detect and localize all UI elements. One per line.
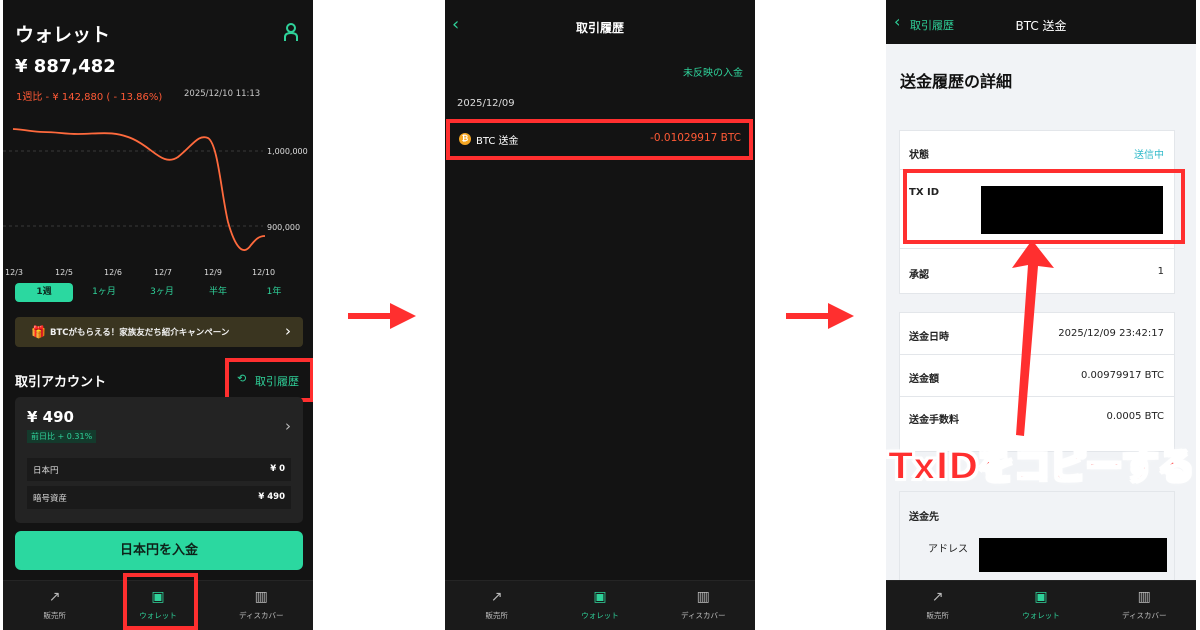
address-redaction bbox=[979, 538, 1167, 572]
arrow-up-icon bbox=[1012, 240, 1054, 436]
row-value: ¥ 490 bbox=[258, 492, 285, 502]
bottom-tabbar: ↗ 販売所 ▣ ウォレット ▥ ディスカバー bbox=[445, 580, 755, 630]
campaign-banner[interactable]: 🎁 BTCがもらえる！家族友だち紹介キャンペーン › bbox=[15, 317, 303, 347]
account-card[interactable]: ¥ 490 前日比 + 0.31% › 日本円 ¥ 0 暗号資産 ¥ 490 bbox=[15, 397, 303, 523]
daily-change-badge: 前日比 + 0.31% bbox=[27, 430, 97, 443]
book-icon: ▥ bbox=[254, 589, 268, 605]
status-label: 状態 bbox=[909, 150, 929, 161]
chevron-right-icon: › bbox=[285, 322, 291, 340]
tab-exchange[interactable]: ↗ 販売所 bbox=[445, 581, 548, 630]
transaction-amount: -0.01029917 BTC bbox=[650, 132, 741, 144]
tab-1week[interactable]: 1週 bbox=[15, 283, 73, 302]
page-title: BTC 送金 bbox=[1015, 19, 1067, 33]
chart-x-label: 12/9 bbox=[204, 268, 222, 277]
transaction-label: BTC 送金 bbox=[476, 136, 519, 147]
tab-label: 販売所 bbox=[485, 611, 508, 620]
account-row-jpy: 日本円 ¥ 0 bbox=[27, 458, 291, 481]
row-value: ¥ 0 bbox=[270, 464, 285, 474]
copy-txid-callout: TxIDをコピーする bbox=[887, 444, 1196, 489]
amount-label: 送金額 bbox=[909, 374, 939, 385]
book-icon: ▥ bbox=[1137, 589, 1151, 605]
page-title: 取引履歴 bbox=[575, 21, 624, 35]
tab-label: ウォレット bbox=[581, 611, 619, 620]
wallet-tab-highlight bbox=[123, 573, 198, 630]
page-title: ウォレット bbox=[15, 24, 111, 46]
account-section-title: 取引アカウント bbox=[15, 375, 107, 390]
campaign-text: BTCがもらえる！家族友だち紹介キャンペーン bbox=[50, 328, 230, 338]
tab-discover[interactable]: ▥ ディスカバー bbox=[1093, 581, 1196, 630]
trend-icon: ↗ bbox=[931, 589, 944, 605]
chart-x-label: 12/10 bbox=[252, 268, 276, 277]
bottom-tabbar: ↗ 販売所 ▣ ウォレット ▥ ディスカバー bbox=[886, 580, 1196, 630]
wallet-screen: ウォレット ¥ 887,482 1週比 - ¥ 142,880 ( - 13.8… bbox=[3, 0, 313, 630]
row-label: 日本円 bbox=[33, 466, 59, 476]
bitcoin-icon: ₿ bbox=[459, 133, 471, 145]
tab-label: ウォレット bbox=[1022, 611, 1060, 620]
txid-highlight bbox=[903, 169, 1185, 244]
price-line bbox=[12, 128, 266, 251]
history-icon: ⟲ bbox=[237, 372, 247, 385]
confirm-label: 承認 bbox=[909, 270, 929, 281]
tab-1month[interactable]: 1ヶ月 bbox=[75, 283, 133, 302]
date-label: 送金日時 bbox=[909, 332, 949, 343]
user-icon[interactable] bbox=[283, 22, 299, 42]
date-value: 2025/12/09 23:42:17 bbox=[1058, 328, 1164, 339]
section-heading: 送金履歴の詳細 bbox=[900, 72, 1013, 91]
row-label: 暗号資産 bbox=[33, 494, 68, 504]
tab-discover[interactable]: ▥ ディスカバー bbox=[210, 581, 313, 630]
period-tabs: 1週 1ヶ月 3ヶ月 半年 1年 bbox=[15, 283, 301, 302]
trend-icon: ↗ bbox=[490, 589, 503, 605]
chart-x-label: 12/5 bbox=[55, 268, 73, 277]
fee-value: 0.0005 BTC bbox=[1106, 411, 1164, 422]
tab-6months[interactable]: 半年 bbox=[189, 283, 247, 302]
chart-x-label: 12/3 bbox=[5, 268, 23, 277]
account-row-crypto: 暗号資産 ¥ 490 bbox=[27, 486, 291, 509]
transaction-row[interactable]: ₿ BTC 送金 -0.01029917 BTC bbox=[446, 119, 753, 160]
tab-label: ディスカバー bbox=[1122, 611, 1167, 620]
book-icon: ▥ bbox=[696, 589, 710, 605]
tutorial-stage: ウォレット ¥ 887,482 1週比 - ¥ 142,880 ( - 13.8… bbox=[0, 0, 1200, 630]
tab-exchange[interactable]: ↗ 販売所 bbox=[886, 581, 989, 630]
history-screen: ‹ 取引履歴 未反映の入金 2025/12/09 ₿ BTC 送金 -0.010… bbox=[445, 0, 755, 630]
fee-label: 送金手数料 bbox=[909, 415, 959, 426]
unreflected-deposit-link[interactable]: 未反映の入金 bbox=[683, 64, 743, 79]
address-label: アドレス bbox=[928, 544, 968, 555]
deposit-jpy-button[interactable]: 日本円を入金 bbox=[15, 531, 303, 570]
chevron-right-icon: › bbox=[285, 417, 291, 435]
trend-icon: ↗ bbox=[48, 589, 61, 605]
tab-label: ディスカバー bbox=[239, 611, 284, 620]
wallet-icon: ▣ bbox=[593, 589, 607, 605]
tab-3months[interactable]: 3ヶ月 bbox=[133, 283, 191, 302]
arrow-right-icon bbox=[786, 303, 854, 329]
tab-discover[interactable]: ▥ ディスカバー bbox=[652, 581, 755, 630]
change-timestamp: 2025/12/10 11:13 bbox=[184, 89, 261, 99]
chart-y-label: 900,000 bbox=[267, 223, 301, 232]
wallet-icon: ▣ bbox=[1034, 589, 1048, 605]
weekly-change: 1週比 - ¥ 142,880 ( - 13.86%) bbox=[16, 92, 163, 103]
chart-x-label: 12/7 bbox=[154, 268, 172, 277]
tab-label: 販売所 bbox=[926, 611, 949, 620]
status-value: 送信中 bbox=[1134, 150, 1164, 161]
tab-label: ディスカバー bbox=[681, 611, 726, 620]
history-link-label: 取引履歴 bbox=[255, 375, 299, 388]
total-balance: ¥ 887,482 bbox=[15, 56, 116, 77]
chart-x-label: 12/6 bbox=[104, 268, 122, 277]
date-heading: 2025/12/09 bbox=[457, 98, 515, 109]
gift-icon: 🎁 bbox=[31, 325, 46, 339]
confirm-value: 1 bbox=[1157, 266, 1164, 277]
app-header: ‹ 取引履歴 BTC 送金 bbox=[886, 0, 1196, 44]
tab-1year[interactable]: 1年 bbox=[245, 283, 303, 302]
tab-wallet[interactable]: ▣ ウォレット bbox=[989, 581, 1092, 630]
arrow-right-icon bbox=[348, 303, 416, 329]
tab-label: 販売所 bbox=[43, 611, 66, 620]
history-link-highlight[interactable]: ⟲ 取引履歴 bbox=[225, 358, 313, 402]
account-balance: ¥ 490 bbox=[27, 408, 74, 426]
chart-y-label: 1,000,000 bbox=[267, 147, 308, 156]
tab-exchange[interactable]: ↗ 販売所 bbox=[3, 581, 106, 630]
price-chart bbox=[3, 128, 266, 251]
destination-label: 送金先 bbox=[909, 512, 939, 523]
amount-value: 0.00979917 BTC bbox=[1081, 370, 1164, 381]
tab-wallet[interactable]: ▣ ウォレット bbox=[548, 581, 651, 630]
